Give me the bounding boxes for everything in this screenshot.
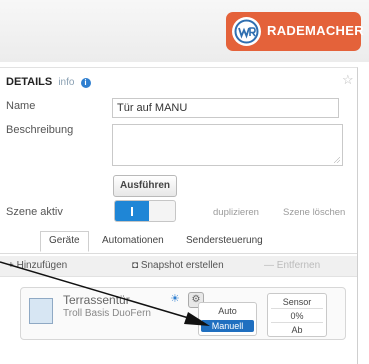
snapshot-label: Snapshot erstellen <box>140 260 224 271</box>
name-label: Name <box>6 100 36 112</box>
rademacher-logo-icon <box>232 17 261 46</box>
duplicate-link[interactable]: duplizieren <box>213 207 259 218</box>
star-icon[interactable]: ☆ <box>342 72 354 88</box>
add-device-button[interactable]: + Hinzufügen <box>8 260 67 271</box>
mode-manual-button[interactable]: Manuell <box>201 320 254 332</box>
scene-active-toggle[interactable] <box>114 200 176 222</box>
scene-active-label: Szene aktiv <box>6 206 63 218</box>
sensor-panel: Sensor 0% Ab <box>267 293 327 337</box>
toggle-on-indicator-icon <box>131 207 133 216</box>
device-card[interactable]: Terrassentür Troll Basis DuoFern ☀ ⚙ Aut… <box>20 287 346 340</box>
device-toolbar: + Hinzufügen ◘ Snapshot erstellen — Entf… <box>0 256 357 277</box>
tab-bar: Geräte Automationen Sendersteuerung <box>0 231 357 254</box>
details-panel: DETAILS info i ☆ Name Beschreibung Ausfü… <box>0 67 358 364</box>
name-field[interactable] <box>112 98 339 118</box>
details-title: DETAILS info i <box>6 76 91 88</box>
info-icon[interactable]: i <box>80 78 91 88</box>
run-button[interactable]: Ausführen <box>113 175 177 197</box>
remove-button[interactable]: — Entfernen <box>264 260 320 271</box>
sensor-label[interactable]: Sensor <box>271 296 323 309</box>
tab-transmitter-control[interactable]: Sendersteuerung <box>186 235 263 246</box>
info-link[interactable]: info <box>58 77 74 88</box>
device-name: Terrassentür <box>63 293 130 307</box>
app-header: RADEMACHER <box>0 0 369 62</box>
mode-selector: Auto Manuell <box>198 302 257 336</box>
sun-icon: ☀ <box>170 293 180 305</box>
device-type: Troll Basis DuoFern <box>63 308 151 319</box>
resize-handle-icon[interactable] <box>334 157 340 163</box>
details-heading: DETAILS <box>6 76 53 88</box>
brand-logo-badge[interactable]: RADEMACHER <box>226 12 364 51</box>
tab-devices[interactable]: Geräte <box>40 231 89 252</box>
description-field[interactable] <box>112 124 343 166</box>
mode-auto-button[interactable]: Auto <box>201 305 254 317</box>
camera-icon: ◘ <box>132 260 139 271</box>
description-label: Beschreibung <box>6 124 74 136</box>
action-value[interactable]: Ab <box>271 324 323 336</box>
position-value[interactable]: 0% <box>271 310 323 323</box>
delete-scene-link[interactable]: Szene löschen <box>283 207 345 218</box>
device-thumbnail-icon <box>29 298 53 324</box>
snapshot-button[interactable]: ◘ Snapshot erstellen <box>132 260 224 271</box>
brand-name: RADEMACHER <box>267 23 364 38</box>
tab-automations[interactable]: Automationen <box>102 235 164 246</box>
